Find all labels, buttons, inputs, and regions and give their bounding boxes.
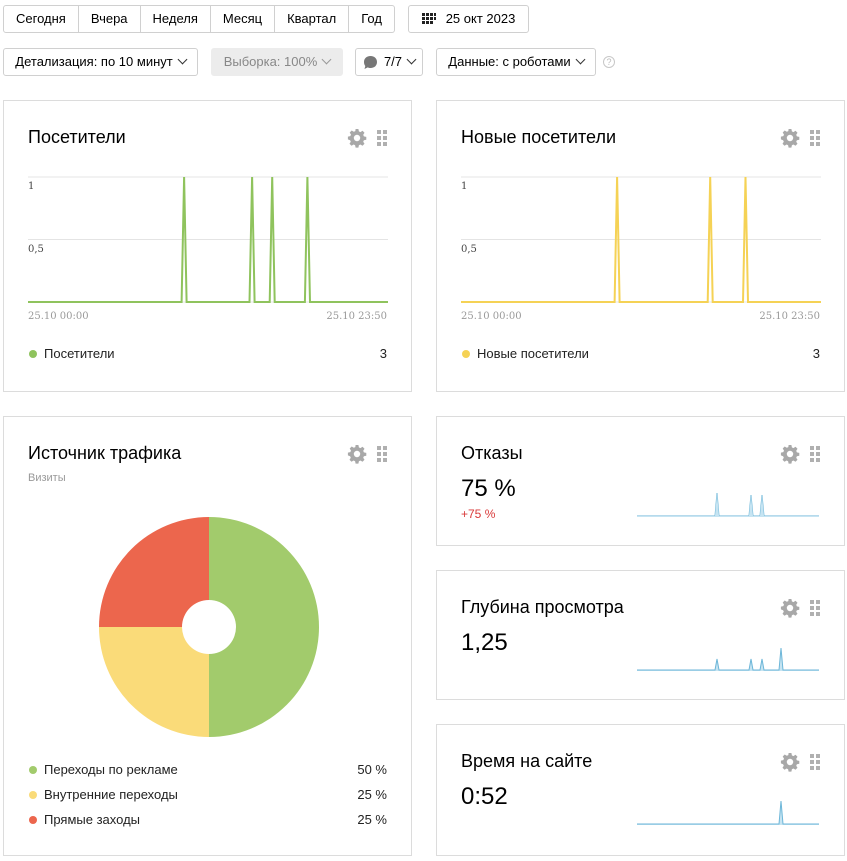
new-visitors-chart [461, 176, 821, 303]
data-mode-dropdown[interactable]: Данные: с роботами [436, 48, 596, 76]
gear-icon[interactable] [780, 128, 800, 148]
sparkline [637, 492, 819, 517]
chevron-down-icon [177, 54, 188, 65]
metric-delta: +75 % [461, 507, 496, 521]
legend-value: 3 [379, 346, 387, 361]
legend-dot [29, 765, 37, 774]
chevron-down-icon [575, 54, 586, 65]
legend-label: Новые посетители [477, 346, 589, 361]
period-year[interactable]: Год [349, 5, 395, 33]
sparkline [637, 800, 819, 825]
chevron-down-icon [406, 54, 417, 64]
period-selector: Сегодня Вчера Неделя Месяц Квартал Год [3, 5, 395, 33]
widget-title: Отказы [461, 443, 523, 463]
drag-handle-icon[interactable] [377, 446, 387, 462]
sample-dropdown[interactable]: Выборка: 100% [211, 48, 343, 76]
metric-value: 75 % [461, 475, 516, 502]
drag-handle-icon[interactable] [810, 600, 820, 616]
traffic-source-widget: Источник трафика Визиты Переходы по рекл… [3, 416, 412, 856]
legend-value: 50 % [357, 762, 387, 777]
widget-title: Время на сайте [461, 751, 593, 771]
y-tick-label: 1 [28, 181, 35, 192]
legend-dot [462, 349, 470, 358]
period-month[interactable]: Месяц [210, 5, 276, 33]
drag-handle-icon[interactable] [810, 754, 820, 770]
legend-item: Прямые заходы [29, 812, 140, 827]
segments-dropdown[interactable]: 7/7 [355, 48, 423, 76]
segments-label: 7/7 [383, 54, 403, 69]
new-visitors-widget: Новые посетители 1 0,5 25.10 00:00 25.10… [436, 100, 845, 392]
date-picker-button[interactable]: 25 окт 2023 [408, 5, 529, 33]
sample-label: Выборка: 100% [223, 54, 318, 69]
period-yesterday[interactable]: Вчера [78, 5, 141, 33]
y-tick-label: 1 [461, 181, 468, 192]
bounce-widget: Отказы 75 % +75 % [436, 416, 845, 546]
widget-subtitle: Визиты [28, 472, 66, 484]
x-tick-label: 25.10 00:00 [28, 311, 89, 322]
visitors-chart [28, 176, 388, 303]
legend-label: Посетители [44, 346, 115, 361]
x-tick-label: 25.10 00:00 [461, 311, 522, 322]
legend-item: Посетители [29, 346, 115, 361]
metric-value: 0:52 [461, 783, 508, 810]
gear-icon[interactable] [347, 444, 367, 464]
gear-icon[interactable] [780, 752, 800, 772]
traffic-pie-chart [99, 517, 319, 737]
date-label: 25 окт 2023 [445, 11, 516, 26]
legend-value: 25 % [357, 812, 387, 827]
widget-title: Источник трафика [28, 443, 182, 463]
sparkline [637, 647, 819, 671]
legend-dot [29, 790, 37, 799]
data-mode-label: Данные: с роботами [448, 54, 571, 69]
legend-dot [29, 815, 37, 824]
widget-title: Новые посетители [461, 127, 617, 147]
gear-icon[interactable] [780, 444, 800, 464]
drag-handle-icon[interactable] [810, 130, 820, 146]
legend-label: Прямые заходы [44, 812, 141, 827]
legend-item: Новые посетители [462, 346, 589, 361]
x-tick-label: 25.10 23:50 [326, 311, 387, 322]
detail-dropdown[interactable]: Детализация: по 10 минут [3, 48, 198, 76]
pie-slice-internal[interactable] [99, 627, 209, 737]
help-icon[interactable]: ? [603, 56, 615, 68]
time-widget: Время на сайте 0:52 [436, 724, 845, 856]
period-today[interactable]: Сегодня [3, 5, 79, 33]
legend-label: Переходы по рекламе [44, 762, 178, 777]
widget-title: Посетители [28, 127, 126, 147]
chevron-down-icon [321, 54, 332, 65]
calendar-icon [421, 13, 436, 24]
period-quarter[interactable]: Квартал [275, 5, 350, 33]
metric-value: 1,25 [461, 629, 508, 656]
x-tick-label: 25.10 23:50 [759, 311, 820, 322]
drag-handle-icon[interactable] [377, 130, 387, 146]
legend-value: 3 [812, 346, 820, 361]
legend-item: Переходы по рекламе [29, 762, 178, 777]
legend-item: Внутренние переходы [29, 787, 178, 802]
depth-widget: Глубина просмотра 1,25 [436, 570, 845, 700]
period-week[interactable]: Неделя [140, 5, 211, 33]
legend-dot [29, 349, 37, 358]
y-tick-label: 0,5 [461, 244, 477, 255]
detail-label: Детализация: по 10 минут [15, 54, 173, 69]
legend-label: Внутренние переходы [44, 787, 178, 802]
y-tick-label: 0,5 [28, 244, 44, 255]
pie-slice-ads[interactable] [209, 517, 319, 737]
visitors-widget: Посетители 1 0,5 25.10 00:00 25.10 23:50… [3, 100, 412, 392]
chat-bubble-icon [363, 55, 377, 69]
gear-icon[interactable] [780, 598, 800, 618]
pie-slice-direct[interactable] [99, 517, 209, 627]
legend-value: 25 % [357, 787, 387, 802]
drag-handle-icon[interactable] [810, 446, 820, 462]
widget-title: Глубина просмотра [461, 597, 624, 617]
gear-icon[interactable] [347, 128, 367, 148]
